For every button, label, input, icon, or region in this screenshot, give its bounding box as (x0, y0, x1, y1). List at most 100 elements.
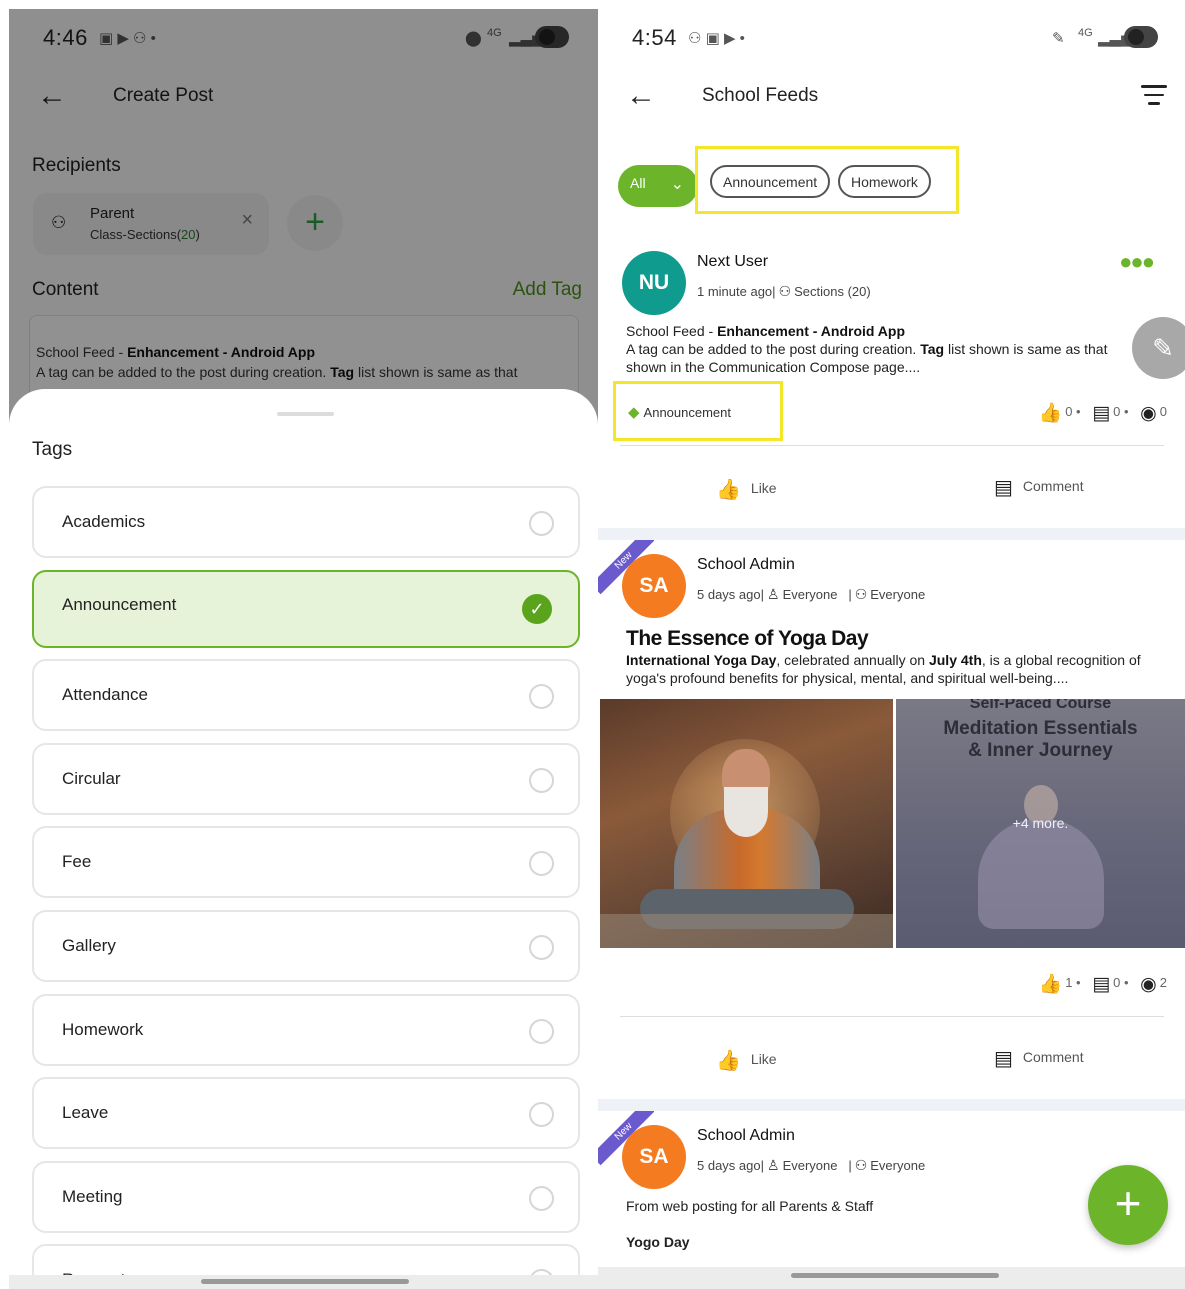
tag-option-fee[interactable]: Fee (32, 826, 580, 899)
home-gesture-bar[interactable] (791, 1273, 999, 1278)
image-caption-main: & Inner Journey (968, 740, 1113, 761)
mute-icon: ✎ (1052, 30, 1065, 47)
filter-icon[interactable] (1141, 85, 1167, 111)
tag-option-gallery[interactable]: Gallery (32, 909, 580, 982)
radio-icon (529, 767, 554, 793)
post-image-more[interactable]: Self-Paced Course Meditation Essentials … (896, 699, 1185, 948)
radio-icon (529, 934, 554, 960)
post-separator (598, 1099, 1185, 1111)
divider (620, 445, 1164, 446)
tag-option-homework[interactable]: Homework (32, 993, 580, 1066)
battery-icon (1124, 26, 1158, 48)
people-icon: ⚇ (854, 586, 868, 602)
tag-label: Announcement (62, 594, 177, 614)
network-type: 4G (1078, 27, 1093, 39)
tag-icon: ◆ (628, 404, 640, 421)
tag-option-meeting[interactable]: Meeting (32, 1160, 580, 1233)
radio-icon (529, 511, 554, 536)
tag-label: Fee (62, 852, 92, 872)
status-bar: 4:54 ⚇ ▣ ▶ • ✎ 4G ▂▃▅ (598, 9, 1185, 65)
tag-option-academics[interactable]: Academics (32, 486, 580, 558)
status-time: 4:54 (632, 25, 677, 50)
radio-icon (529, 1018, 554, 1044)
notification-icons: ⚇ ▣ ▶ • (688, 30, 745, 47)
thumbs-up-icon: 👍 (1038, 974, 1063, 995)
comment-icon: ▤ (994, 1048, 1013, 1070)
like-button[interactable]: 👍 Like (716, 1048, 777, 1073)
radio-icon (529, 851, 554, 877)
radio-icon (529, 1102, 554, 1128)
image-caption-top: Self-Paced Course (969, 699, 1112, 712)
image-figure (978, 819, 1104, 929)
more-images-label: +4 more. (1012, 815, 1069, 831)
divider (620, 1016, 1164, 1017)
post-image-yoga-master[interactable] (600, 699, 893, 948)
school-feeds-screen: 4:54 ⚇ ▣ ▶ • ✎ 4G ▂▃▅ ← School Feeds All… (598, 9, 1185, 1289)
person-icon: ♙ (767, 1157, 780, 1173)
post-body: From web posting for all Parents & Staff (626, 1198, 874, 1214)
image-floor (600, 914, 893, 948)
like-button[interactable]: 👍 Like (716, 477, 777, 502)
comment-icon: ▤ (1092, 974, 1111, 995)
post-tag: ◆ Announcement (628, 404, 731, 421)
tag-label: Academics (62, 512, 146, 531)
system-nav-bar (9, 1275, 598, 1289)
radio-icon (529, 1185, 554, 1211)
chevron-down-icon: ⌄ (670, 176, 684, 193)
post-stats: 👍 0 • ▤ 0 • ◉ 0 (1038, 403, 1167, 424)
sheet-drag-handle[interactable] (277, 412, 334, 416)
eye-icon: ◉ (1140, 974, 1157, 995)
filter-chip-homework[interactable]: Homework (838, 165, 931, 198)
tag-label: Meeting (62, 1186, 123, 1206)
post-title: The Essence of Yoga Day (626, 627, 869, 650)
filter-all-dropdown[interactable]: All ⌄ (618, 165, 698, 207)
post-author: School Admin (697, 1127, 795, 1144)
comment-icon: ▤ (994, 477, 1013, 499)
tag-label: Leave (62, 1103, 109, 1123)
post-stats: 👍 1 • ▤ 0 • ◉ 2 (1038, 974, 1167, 995)
thumbs-up-icon: 👍 (1038, 403, 1063, 424)
post-body: School Feed - Enhancement - Android App … (626, 323, 1108, 375)
eye-icon: ◉ (1140, 403, 1157, 424)
tags-bottom-sheet: Tags Academics Announcement ✓ Attendance… (9, 389, 598, 1289)
post-body: International Yoga Day, celebrated annua… (626, 652, 1141, 686)
create-post-screen: 4:46 ▣ ▶ ⚇ • ⬤ 4G ▂▃▅ ← Create Post Reci… (9, 9, 598, 1289)
tag-label: Attendance (62, 685, 149, 705)
post-author: School Admin (697, 556, 795, 573)
post-author: Next User (697, 253, 769, 270)
tag-option-circular[interactable]: Circular (32, 742, 580, 815)
comment-icon: ▤ (1092, 403, 1111, 424)
filter-chip-announcement[interactable]: Announcement (710, 165, 831, 198)
sheet-title: Tags (32, 439, 73, 460)
tag-label: Gallery (62, 935, 116, 955)
post-meta: 5 days ago| ♙ Everyone | ⚇ Everyone (697, 1157, 926, 1173)
add-post-fab-button[interactable]: + (1088, 1165, 1168, 1245)
post-meta: 5 days ago| ♙ Everyone | ⚇ Everyone (697, 586, 926, 602)
tag-list: Academics Announcement ✓ Attendance Circ… (32, 486, 580, 1289)
home-gesture-bar[interactable] (201, 1279, 409, 1284)
comment-button[interactable]: ▤ Comment (994, 1046, 1084, 1071)
people-icon: ⚇ (854, 1157, 868, 1173)
system-nav-bar (598, 1267, 1185, 1289)
tag-option-attendance[interactable]: Attendance (32, 659, 580, 732)
thumbs-up-icon: 👍 (716, 479, 741, 501)
avatar: SA (622, 554, 686, 618)
check-circle-icon: ✓ (522, 593, 552, 624)
tag-option-leave[interactable]: Leave (32, 1077, 580, 1150)
more-options-icon[interactable]: ●●● (1119, 249, 1155, 275)
post-separator (598, 528, 1185, 540)
edit-fab-button[interactable]: ✎ (1132, 317, 1185, 379)
tag-label: Homework (62, 1019, 144, 1039)
back-arrow-icon[interactable]: ← (626, 81, 656, 111)
filter-all-label: All (630, 175, 646, 191)
thumbs-up-icon: 👍 (716, 1050, 741, 1072)
comment-button[interactable]: ▤ Comment (994, 475, 1084, 500)
post-subtitle: Yogo Day (626, 1234, 690, 1250)
radio-icon (529, 684, 554, 710)
tag-option-announcement[interactable]: Announcement ✓ (32, 569, 580, 648)
person-icon: ♙ (767, 586, 780, 602)
image-beard (724, 787, 768, 837)
page-title: School Feeds (702, 85, 819, 106)
post-meta: 1 minute ago| ⚇ Sections (20) (697, 283, 871, 299)
avatar: SA (622, 1125, 686, 1189)
